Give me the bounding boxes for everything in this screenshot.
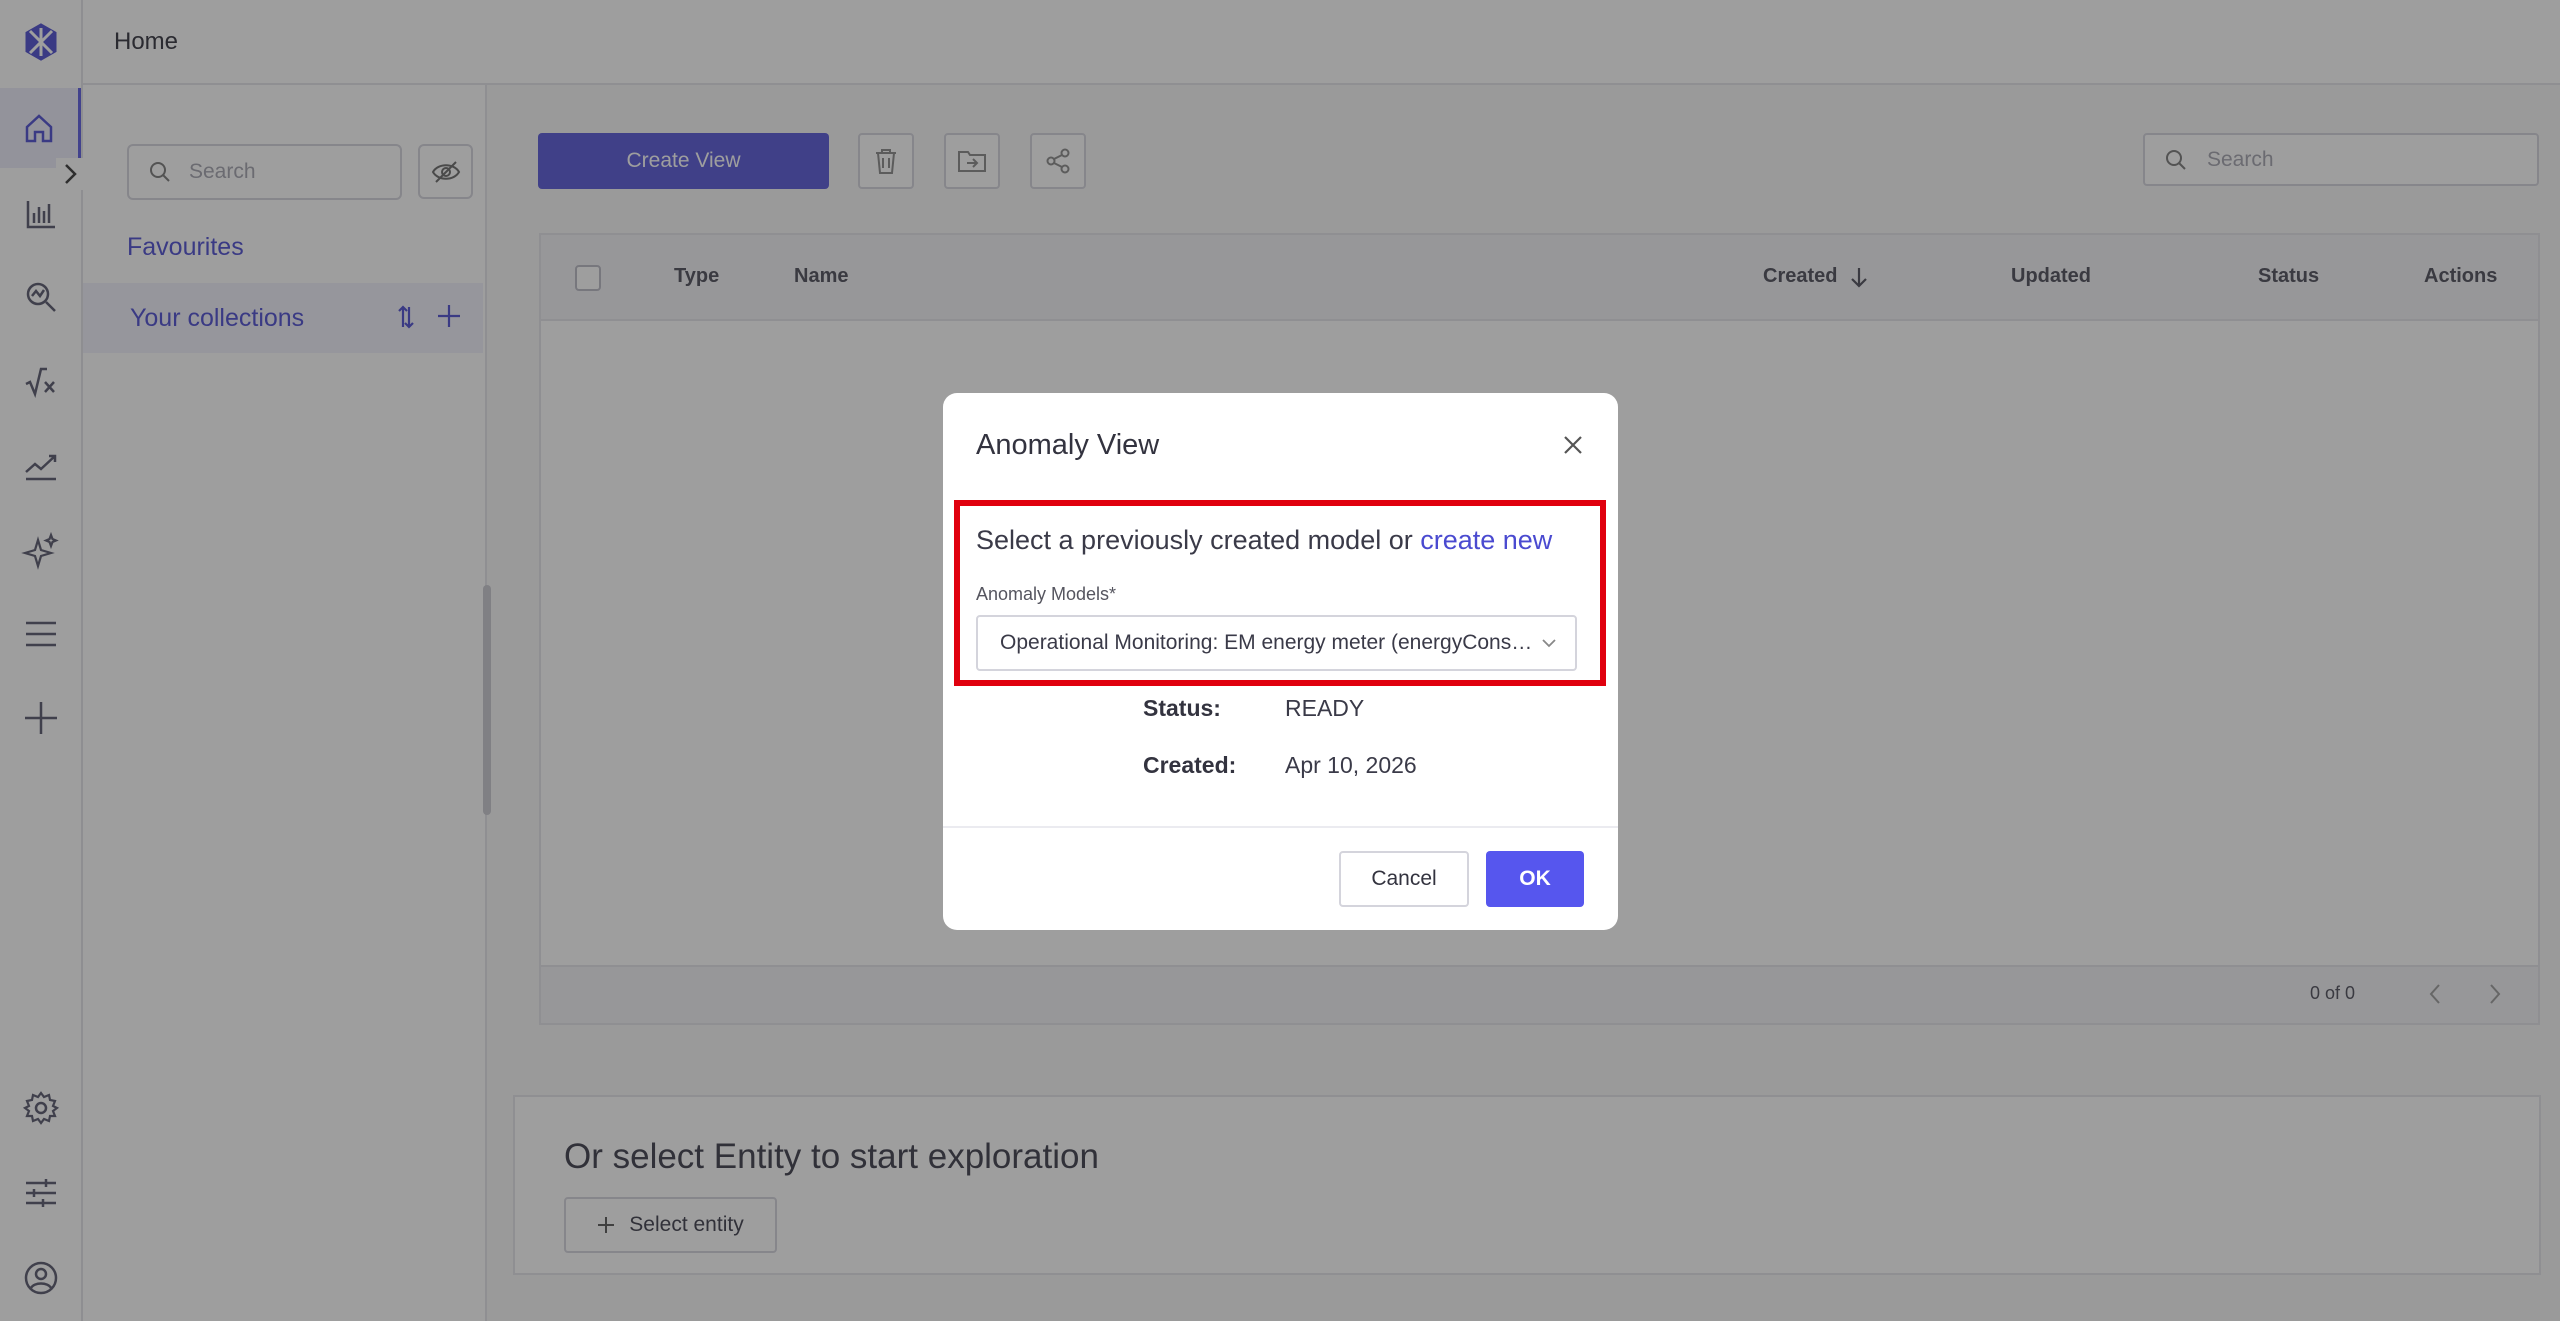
created-label: Created: bbox=[1143, 752, 1237, 778]
close-button[interactable] bbox=[1557, 429, 1589, 461]
dialog-divider bbox=[943, 826, 1618, 828]
selected-model-value: Operational Monitoring: EM energy meter … bbox=[1000, 631, 1541, 654]
created-value: Apr 10, 2026 bbox=[1285, 752, 1417, 778]
prompt-text: Select a previously created model or bbox=[976, 525, 1421, 555]
dialog-title: Anomaly View bbox=[976, 429, 1160, 461]
ok-button[interactable]: OK bbox=[1486, 851, 1584, 907]
status-value: READY bbox=[1285, 695, 1365, 721]
model-prompt: Select a previously created model or cre… bbox=[976, 525, 1552, 556]
close-icon bbox=[1564, 436, 1582, 454]
status-label: Status: bbox=[1143, 695, 1221, 721]
anomaly-models-select[interactable]: Operational Monitoring: EM energy meter … bbox=[976, 615, 1577, 671]
anomaly-models-label: Anomaly Models* bbox=[976, 584, 1117, 604]
create-new-link[interactable]: create new bbox=[1420, 525, 1552, 555]
chevron-down-icon bbox=[1542, 639, 1556, 648]
cancel-button[interactable]: Cancel bbox=[1339, 851, 1469, 907]
anomaly-view-dialog: Anomaly View Select a previously created… bbox=[943, 393, 1618, 930]
